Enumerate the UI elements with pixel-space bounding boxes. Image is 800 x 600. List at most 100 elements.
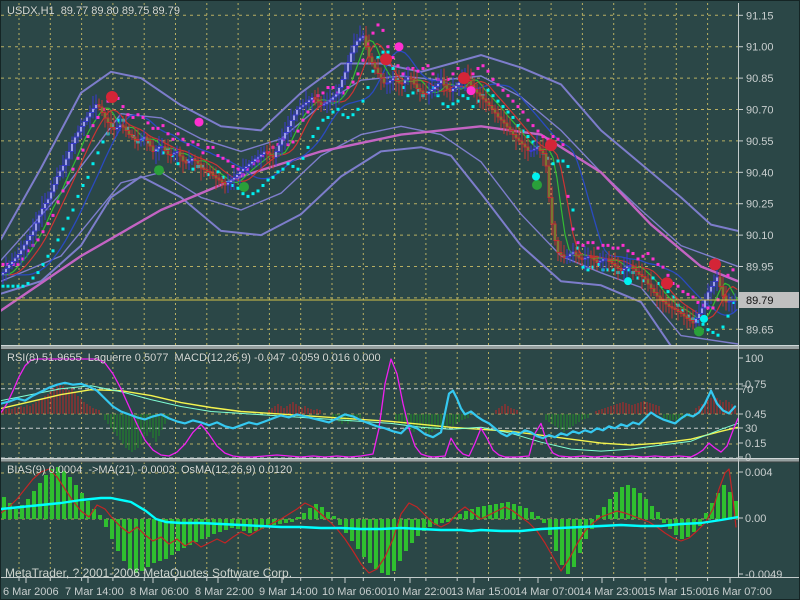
candle-body [155, 149, 157, 151]
magenta-trail-dot [162, 124, 165, 127]
candle-body [212, 173, 214, 175]
chart-title: USDX,H189.77 89.80 89.75 89.79 [7, 5, 186, 17]
cyan-trail-dot [342, 113, 345, 116]
candle-body [305, 102, 307, 104]
candle-body [632, 265, 634, 268]
cyan-trail-dot [572, 208, 575, 211]
time-axis[interactable]: 6 Mar 20067 Mar 14:008 Mar 06:008 Mar 22… [3, 578, 772, 598]
candle-body [260, 155, 262, 157]
sell-signal-dot [661, 277, 673, 289]
candle-body [347, 62, 349, 71]
candle-body [425, 93, 427, 94]
main-panel[interactable] [1, 23, 738, 364]
candle-body [713, 282, 715, 287]
osma-bar [638, 493, 642, 519]
cyan-trail-dot [452, 102, 455, 105]
magenta-trail-dot [732, 268, 735, 271]
candle-body [635, 269, 637, 272]
candle-body [578, 255, 580, 258]
candle-body [191, 158, 193, 160]
candle-body [428, 92, 430, 94]
panel-separator[interactable] [1, 346, 800, 350]
candle-body [287, 126, 289, 132]
magenta-trail-dot [82, 149, 85, 152]
candle-body [542, 150, 544, 153]
candle-body [65, 159, 67, 165]
candle-body [440, 80, 442, 83]
cyan-trail-dot [497, 100, 500, 103]
candle-body [152, 146, 154, 151]
osma-bar [656, 512, 660, 519]
magenta-trail-dot [167, 132, 170, 135]
candle-body [479, 93, 481, 96]
candle-body [200, 164, 202, 168]
candle-body [527, 147, 529, 150]
candle-body [689, 318, 691, 320]
candle-body [638, 272, 640, 275]
candle-body [617, 266, 619, 268]
candle-body [446, 85, 448, 90]
cyan-signal-dot [532, 172, 540, 180]
candle-body [422, 91, 424, 93]
cyan-trail-dot [67, 217, 70, 220]
time-axis-label: 8 Mar 22:00 [195, 586, 254, 598]
candle-body [50, 192, 52, 199]
cyan-trail-dot [407, 94, 410, 97]
price-axis[interactable]: 91.1591.0090.8590.7090.5590.4090.2590.10… [738, 10, 800, 581]
magenta-trail-dot [357, 72, 360, 75]
candle-body [437, 83, 439, 86]
candle-body [140, 139, 142, 141]
candle-body [434, 86, 436, 89]
candle-body [335, 94, 337, 97]
candle-body [290, 120, 292, 126]
candle-body [266, 152, 268, 153]
candle-body [38, 215, 40, 223]
candle-body [452, 89, 454, 92]
price-axis-label: 90.55 [746, 136, 774, 148]
magenta-trail-dot [637, 257, 640, 260]
sell-signal-dot [106, 91, 118, 103]
candle-body [521, 141, 523, 144]
candle-body [215, 175, 217, 177]
cyan-trail-dot [492, 94, 495, 97]
time-axis-label: 13 Mar 15:00 [451, 586, 516, 598]
osma-bar [98, 515, 102, 519]
magenta-trail-dot [137, 113, 140, 116]
cyan-trail-dot [312, 135, 315, 138]
candle-body [371, 57, 373, 62]
magenta-trail-dot [397, 64, 400, 67]
candle-body [86, 117, 88, 122]
candle-body [509, 127, 511, 131]
price-axis-label: 89.65 [746, 324, 774, 336]
magenta-trail-dot [697, 301, 700, 304]
magenta-trail-dot [172, 138, 175, 141]
candle-body [554, 224, 556, 241]
candle-body [665, 302, 667, 304]
osma-bar [38, 483, 42, 519]
panel-separator[interactable] [1, 459, 800, 463]
middle-panel[interactable] [1, 359, 738, 457]
osma-bar [416, 519, 420, 536]
candle-body [524, 144, 526, 147]
osma-bar [662, 519, 666, 523]
magenta-trail-dot [177, 132, 180, 135]
cyan-trail-dot [12, 285, 15, 288]
candle-body [179, 151, 181, 156]
candle-body [332, 97, 334, 100]
time-axis-label: 6 Mar 2006 [3, 586, 59, 598]
chart-svg[interactable]: 91.1591.0090.8590.7090.5590.4090.2590.10… [1, 1, 800, 600]
buy-signal-dot [239, 182, 249, 192]
candle-body [17, 254, 19, 258]
osma-bar [332, 516, 336, 519]
candle-body [302, 105, 304, 107]
magenta-trail-dot [712, 306, 715, 309]
candle-body [134, 137, 136, 139]
candle-body [299, 107, 301, 109]
osma-bar [104, 519, 108, 527]
bottom-panel[interactable] [1, 467, 738, 575]
magenta-trail-dot [217, 154, 220, 157]
magenta-trail-dot [667, 274, 670, 277]
candle-body [89, 112, 91, 116]
candle-body [47, 199, 49, 204]
cyan-trail-dot [82, 184, 85, 187]
